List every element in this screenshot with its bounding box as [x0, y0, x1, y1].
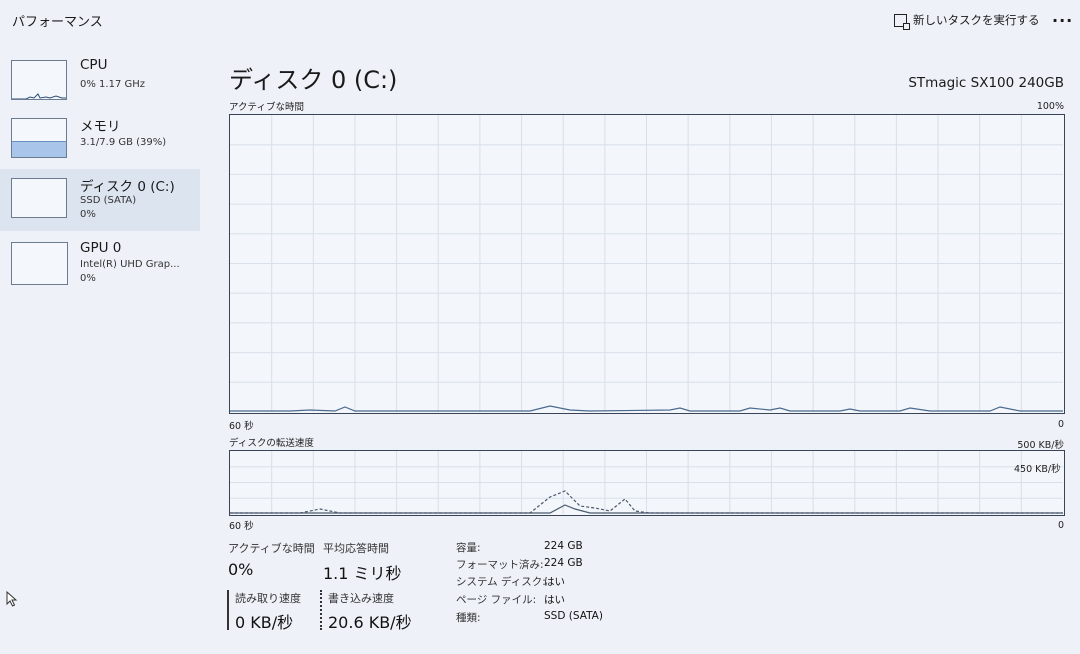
more-options-button[interactable]: ... [1052, 7, 1073, 26]
write-speed-label: 書き込み速度 [328, 592, 394, 605]
sidebar-item-label: ディスク 0 (C:) [80, 179, 175, 195]
active-time-graph-max: 100% [1036, 101, 1064, 112]
sidebar-item-label: メモリ [80, 119, 121, 135]
memory-thumbnail-graph [11, 118, 67, 158]
active-time-label: アクティブな時間 [228, 542, 315, 555]
avg-response-value: 1.1 ミリ秒 [323, 564, 402, 583]
active-time-value: 0% [228, 560, 254, 579]
active-time-graph [229, 114, 1065, 414]
transfer-rate-graph-duration: 60 秒 [229, 521, 254, 532]
sidebar-item-usage: 0% [80, 209, 96, 220]
write-speed-value: 20.6 KB/秒 [328, 613, 412, 632]
run-new-task-button[interactable]: 新しいタスクを実行する [894, 12, 1040, 30]
formatted-value: 224 GB [544, 557, 583, 569]
sidebar-item-detail: 3.1/7.9 GB (39%) [80, 137, 167, 148]
sidebar-item-gpu-0[interactable]: GPU 0 Intel(R) UHD Grap... 0% [0, 235, 200, 297]
sidebar-item-detail: Intel(R) UHD Grap... [80, 259, 180, 270]
read-speed-label: 読み取り速度 [235, 592, 301, 605]
active-time-graph-duration: 60 秒 [229, 421, 254, 432]
type-value: SSD (SATA) [544, 610, 603, 622]
mouse-pointer-icon [6, 591, 18, 607]
formatted-label: フォーマット済み: [456, 559, 544, 571]
transfer-rate-graph-min: 0 [1057, 520, 1064, 531]
read-speed-legend-line [227, 590, 229, 630]
write-speed-legend-line [320, 590, 322, 630]
system-disk-label: システム ディスク: [456, 576, 546, 588]
sidebar-item-label: CPU [80, 57, 108, 73]
disk-thumbnail-graph [11, 178, 67, 218]
sidebar-item-detail: SSD (SATA) [80, 195, 137, 206]
disk-title: ディスク 0 (C:) [229, 66, 398, 94]
transfer-rate-graph-scale: 450 KB/秒 [1014, 464, 1061, 475]
gpu-thumbnail-graph [11, 242, 68, 285]
sidebar-item-label: GPU 0 [80, 240, 122, 256]
active-time-graph-min: 0 [1057, 419, 1064, 430]
sidebar-item-memory[interactable]: メモリ 3.1/7.9 GB (39%) [0, 113, 200, 175]
sidebar-item-disk-0[interactable]: ディスク 0 (C:) SSD (SATA) 0% [0, 169, 200, 231]
cpu-thumbnail-graph [11, 60, 67, 100]
active-time-graph-label: アクティブな時間 [229, 102, 304, 113]
run-new-task-label: 新しいタスクを実行する [913, 13, 1040, 27]
sidebar-item-detail: 0% 1.17 GHz [80, 79, 146, 90]
page-file-label: ページ ファイル: [456, 594, 537, 606]
system-disk-value: はい [544, 576, 565, 588]
transfer-rate-graph-label: ディスクの転送速度 [229, 438, 314, 449]
new-task-icon [894, 13, 910, 30]
avg-response-label: 平均応答時間 [323, 542, 389, 555]
read-speed-value: 0 KB/秒 [235, 613, 294, 632]
capacity-label: 容量: [456, 542, 481, 554]
disk-model: STmagic SX100 240GB [908, 75, 1064, 91]
page-file-value: はい [544, 594, 565, 606]
memory-usage-fill [12, 141, 66, 157]
sidebar-item-cpu[interactable]: CPU 0% 1.17 GHz [0, 55, 200, 117]
sidebar-item-usage: 0% [80, 273, 96, 284]
capacity-value: 224 GB [544, 540, 583, 552]
page-title: パフォーマンス [12, 15, 103, 30]
transfer-rate-graph [229, 450, 1065, 516]
type-label: 種類: [456, 612, 481, 624]
transfer-rate-graph-max: 500 KB/秒 [1017, 440, 1064, 451]
